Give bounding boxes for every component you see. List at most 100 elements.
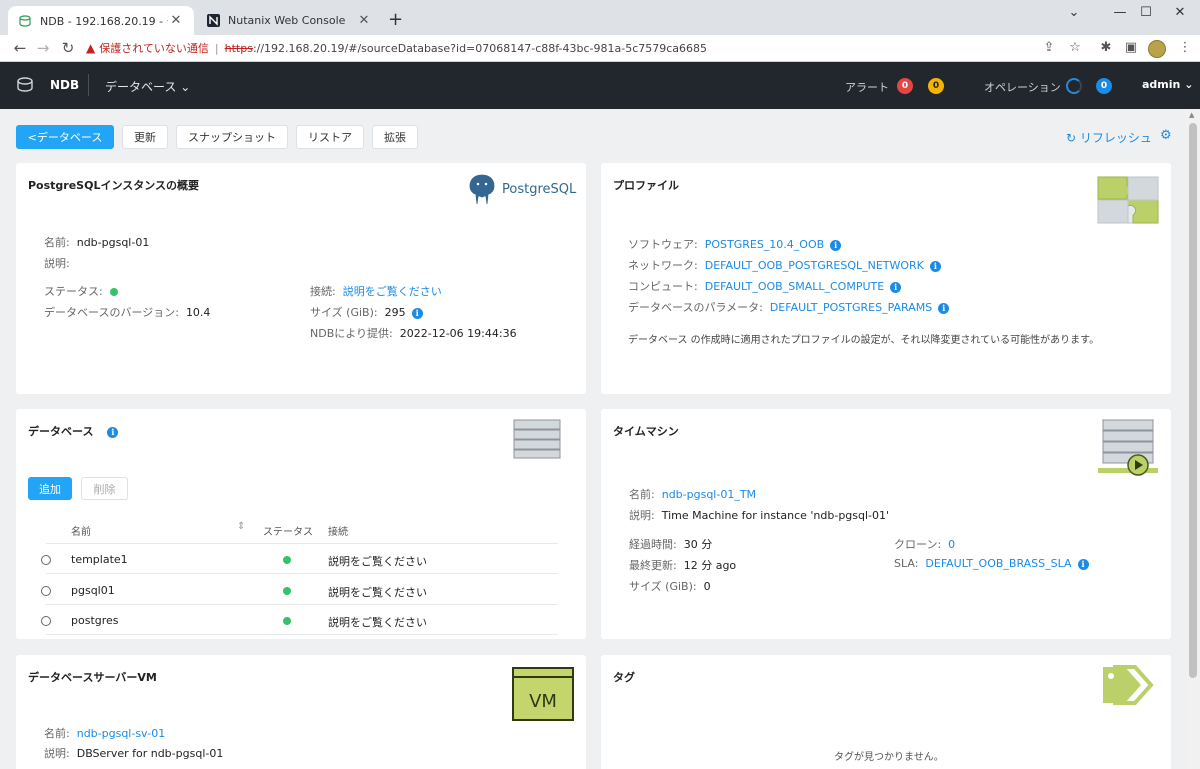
row-db-name: template1 (71, 553, 128, 566)
warning-icon: ▲ (86, 41, 96, 55)
back-to-databases-button[interactable]: <データベース (16, 125, 114, 149)
connect-row: 接続: 説明をご覧ください (310, 283, 442, 299)
info-icon[interactable]: i (107, 426, 119, 438)
info-icon[interactable]: i (929, 260, 941, 272)
info-icon[interactable]: i (890, 281, 902, 293)
side-panel-icon[interactable]: ▣ (1122, 40, 1140, 55)
info-icon[interactable]: i (1077, 558, 1089, 570)
nav-divider (88, 74, 89, 96)
tags-title: タグ (613, 671, 635, 684)
close-icon[interactable]: ✕ (168, 13, 184, 28)
close-icon[interactable]: ✕ (356, 13, 372, 28)
status-ok-icon (283, 584, 291, 597)
name-label: 名前: (44, 236, 70, 249)
user-menu[interactable]: admin ⌄ (1142, 78, 1193, 91)
app-brand[interactable]: NDB (50, 78, 79, 92)
refresh-link[interactable]: ↻ リフレッシュ (1066, 129, 1152, 146)
profile-link[interactable]: DEFAULT_OOB_SMALL_COMPUTE (705, 280, 884, 293)
back-icon[interactable]: ← (10, 39, 30, 57)
forward-icon[interactable]: → (33, 39, 53, 57)
alert-critical-badge[interactable]: 0 (897, 78, 913, 94)
tm-name-label: 名前: (629, 488, 655, 501)
column-header-name[interactable]: 名前 (71, 523, 91, 538)
scroll-up-icon[interactable]: ▲ (1189, 111, 1194, 119)
version-label: データベースのバージョン: (44, 306, 179, 319)
restore-button[interactable]: リストア (296, 125, 364, 149)
reload-icon[interactable]: ↻ (58, 39, 78, 57)
size-label: サイズ (GiB): (310, 306, 378, 319)
tm-sla-link[interactable]: DEFAULT_OOB_BRASS_SLA (925, 557, 1071, 570)
browser-menu-icon[interactable]: ⋮ (1176, 40, 1194, 55)
connect-label: 接続: (310, 285, 336, 298)
browser-tab-ndb[interactable]: NDB - 192.168.20.19 - データベース ✕ (8, 6, 194, 35)
info-icon[interactable]: i (938, 302, 950, 314)
profile-link[interactable]: DEFAULT_POSTGRES_PARAMS (770, 301, 932, 314)
tags-card: タグ タグが見つかりません。 (601, 655, 1171, 769)
profile-row-network: ネットワーク: DEFAULT_OOB_POSTGRESQL_NETWORK i (628, 257, 941, 273)
profile-row-software: ソフトウェア: POSTGRES_10.4_OOB i (628, 236, 842, 252)
dbserver-card: データベースサーバーVM VM 名前: ndb-pgsql-sv-01 説明: … (16, 655, 586, 769)
tm-name-link[interactable]: ndb-pgsql-01_TM (662, 488, 756, 501)
size-row: サイズ (GiB): 295 i (310, 304, 423, 320)
name-row: 名前: ndb-pgsql-01 (44, 234, 149, 250)
version-value: 10.4 (185, 306, 211, 319)
operations-badge[interactable]: 0 (1096, 78, 1112, 94)
bookmark-star-icon[interactable]: ☆ (1066, 40, 1084, 55)
browser-tab-bar: NDB - 192.168.20.19 - データベース ✕ Nutanix W… (0, 0, 1200, 35)
vm-desc-value: DBServer for ndb-pgsql-01 (76, 747, 224, 760)
extensions-icon[interactable]: ✱ (1097, 40, 1115, 55)
databases-card: データベース i 追加 削除 名前 ⇕ ステータス 接続 template1 説明… (16, 409, 586, 639)
tm-clone-link[interactable]: 0 (948, 538, 955, 551)
profile-label: ネットワーク: (628, 259, 698, 272)
operations-spinner-icon (1066, 78, 1082, 94)
postgresql-logo-text: PostgreSQL (502, 181, 577, 197)
sort-icon[interactable]: ⇕ (237, 521, 245, 532)
timemachine-title: タイムマシン (613, 425, 679, 438)
scroll-thumb[interactable] (1189, 123, 1197, 678)
not-secure-label[interactable]: 保護されていない通信 (99, 40, 209, 56)
alerts-label[interactable]: アラート (845, 79, 889, 95)
profile-label: コンピュート: (628, 280, 698, 293)
provided-value: 2022-12-06 19:44:36 (399, 327, 517, 340)
operations-label[interactable]: オペレーション (984, 79, 1061, 95)
delete-database-button[interactable]: 削除 (81, 477, 128, 500)
tab-search-icon[interactable]: ⌄ (1054, 5, 1094, 20)
timemachine-card: タイムマシン 名前: ndb-pgsql-01_TM 説明: Time Mach… (601, 409, 1171, 639)
info-icon[interactable]: i (830, 239, 842, 251)
new-tab-button[interactable]: + (388, 9, 403, 30)
overview-card: PostgreSQLインスタンスの概要 PostgreSQL 名前: ndb-p… (16, 163, 586, 394)
tm-updated-label: 最終更新: (629, 559, 677, 572)
profile-link[interactable]: DEFAULT_OOB_POSTGRESQL_NETWORK (705, 259, 924, 272)
window-close-icon[interactable]: ✕ (1160, 5, 1200, 20)
puzzle-icon (1097, 176, 1159, 224)
row-radio[interactable] (41, 586, 51, 596)
tm-size-row: サイズ (GiB): 0 (629, 578, 711, 594)
update-button[interactable]: 更新 (122, 125, 168, 149)
add-database-button[interactable]: 追加 (28, 477, 72, 500)
snapshot-button[interactable]: スナップショット (176, 125, 288, 149)
database-menu[interactable]: データベース ⌄ (105, 78, 190, 95)
profile-avatar[interactable] (1148, 40, 1166, 58)
row-db-name: postgres (71, 614, 119, 627)
row-db-name: pgsql01 (71, 584, 115, 597)
extend-button[interactable]: 拡張 (372, 125, 418, 149)
alert-warning-badge[interactable]: 0 (928, 78, 944, 94)
url-field[interactable]: ▲ 保護されていない通信 | https ://192.168.20.19/#/… (86, 37, 1096, 59)
gear-icon[interactable]: ⚙ (1160, 128, 1172, 143)
browser-tab-nutanix[interactable]: Nutanix Web Console ✕ (196, 6, 382, 35)
address-bar: ← → ↻ ▲ 保護されていない通信 | https ://192.168.20… (0, 35, 1200, 62)
info-icon[interactable]: i (411, 307, 423, 319)
row-radio[interactable] (41, 555, 51, 565)
profile-link[interactable]: POSTGRES_10.4_OOB (705, 238, 824, 251)
connect-link[interactable]: 説明をご覧ください (343, 285, 442, 298)
profile-note: データベース の作成時に適用されたプロファイルの設定が、それ以降変更されている可… (628, 335, 1100, 346)
tm-desc-label: 説明: (629, 509, 655, 522)
vm-name-link[interactable]: ndb-pgsql-sv-01 (77, 727, 166, 740)
databases-title: データベース i (28, 423, 119, 439)
vm-name-row: 名前: ndb-pgsql-sv-01 (44, 725, 165, 741)
page-scrollbar[interactable]: ▲ (1186, 109, 1200, 769)
share-icon[interactable]: ⇪ (1040, 40, 1058, 55)
tm-size-value: 0 (703, 580, 711, 593)
row-radio[interactable] (41, 616, 51, 626)
row-connect: 説明をご覧ください (328, 616, 427, 629)
